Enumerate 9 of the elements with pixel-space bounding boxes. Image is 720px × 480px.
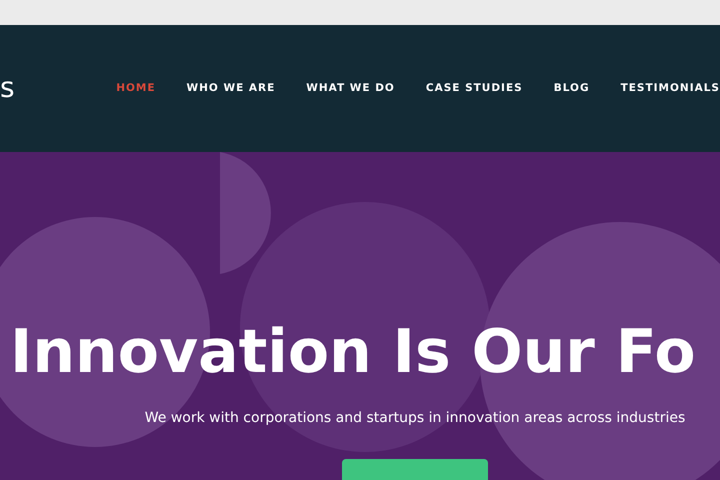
nav-link[interactable]: TESTIMONIALS bbox=[620, 80, 720, 96]
logo-text: s bbox=[0, 70, 15, 104]
hero-subtitle: We work with corporations and startups in innovation areas across industries bbox=[144, 409, 686, 428]
nav-link[interactable]: WHAT WE DO bbox=[306, 80, 395, 96]
hero-heading: Innovation Is Our Fo bbox=[9, 322, 697, 382]
nav-link[interactable]: HOME bbox=[116, 80, 156, 96]
nav-link[interactable]: BLOG bbox=[554, 80, 590, 96]
nav-link[interactable]: WHO WE ARE bbox=[186, 80, 276, 96]
nav-link[interactable]: CASE STUDIES bbox=[426, 80, 523, 96]
